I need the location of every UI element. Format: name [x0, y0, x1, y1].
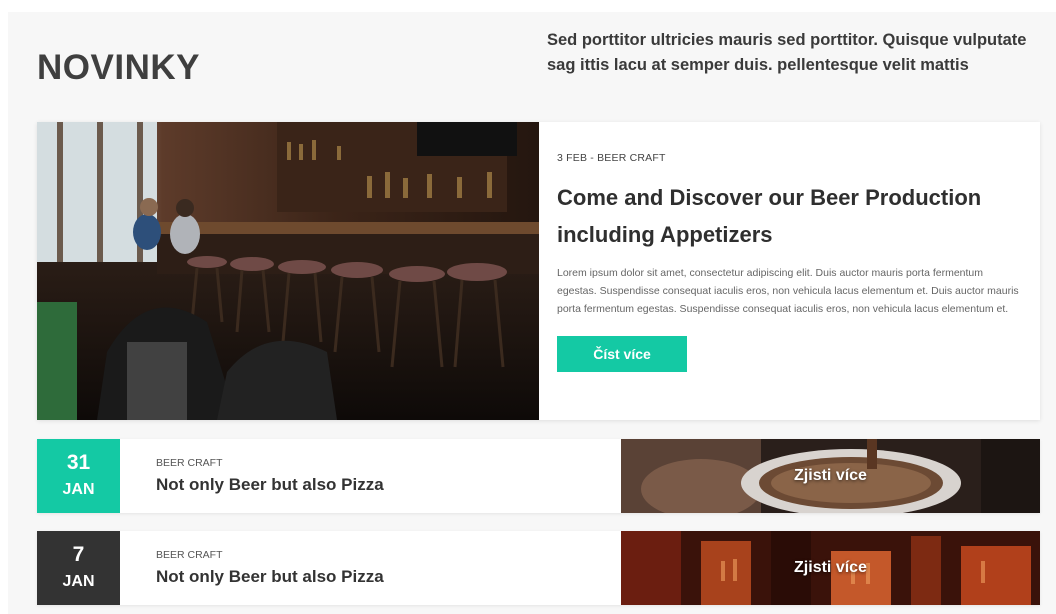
date-month: JAN [62, 573, 95, 590]
date-badge: 31 JAN [37, 439, 120, 513]
section-title: NOVINKY [37, 48, 200, 87]
learn-more-link[interactable]: Zjisti více [621, 531, 1040, 605]
learn-more-link[interactable]: Zjisti více [621, 439, 1040, 513]
news-item-title[interactable]: Not only Beer but also Pizza [156, 567, 384, 587]
featured-title[interactable]: Come and Discover our Beer Production in… [557, 179, 1022, 253]
featured-excerpt: Lorem ipsum dolor sit amet, consectetur … [557, 267, 1019, 315]
featured-article: 3 FEB - BEER CRAFT Come and Discover our… [37, 122, 1040, 420]
bar-image: Zjisti více [621, 531, 1040, 605]
news-section: NOVINKY Sed porttitor ultricies mauris s… [8, 12, 1056, 614]
section-intro: Sed porttitor ultricies mauris sed portt… [547, 31, 1027, 74]
read-more-button[interactable]: Číst více [557, 336, 687, 372]
news-item: 7 JAN BEER CRAFT Not only Beer but also … [37, 531, 1040, 605]
date-badge: 7 JAN [37, 531, 120, 605]
news-item-text: BEER CRAFT Not only Beer but also Pizza [156, 549, 384, 587]
news-item-title[interactable]: Not only Beer but also Pizza [156, 475, 384, 495]
featured-meta: 3 FEB - BEER CRAFT [557, 152, 666, 164]
bar-interior-image [37, 122, 539, 420]
news-item: 31 JAN BEER CRAFT Not only Beer but also… [37, 439, 1040, 513]
news-item-category: BEER CRAFT [156, 457, 223, 469]
date-day: 31 [66, 451, 91, 474]
featured-content: 3 FEB - BEER CRAFT Come and Discover our… [539, 122, 1040, 420]
date-day: 7 [72, 543, 85, 566]
news-item-text: BEER CRAFT Not only Beer but also Pizza [156, 457, 384, 495]
news-item-category: BEER CRAFT [156, 549, 223, 561]
coffee-image: Zjisti více [621, 439, 1040, 513]
date-month: JAN [62, 481, 95, 498]
